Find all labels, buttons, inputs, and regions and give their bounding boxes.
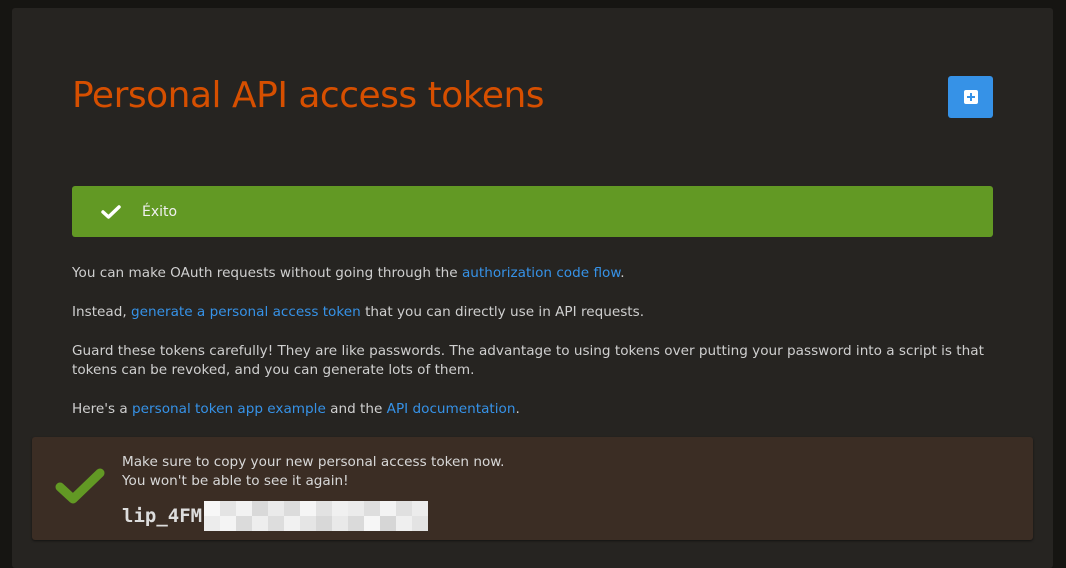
token-warning-message: Make sure to copy your new personal acce… (122, 453, 504, 491)
generate-token-link[interactable]: generate a personal access token (131, 304, 361, 320)
authorization-code-flow-link[interactable]: authorization code flow (462, 265, 620, 281)
intro-text-segment: and the (325, 401, 387, 417)
api-documentation-link[interactable]: API documentation (387, 401, 516, 417)
token-prefix: lip_4FM (122, 505, 203, 527)
page-container: Personal API access tokens Éxito You can… (12, 8, 1053, 568)
access-token-value[interactable]: lip_4FM (122, 501, 429, 531)
intro-text-segment: Here's a (72, 401, 133, 417)
token-warning-line: Make sure to copy your new personal acce… (122, 454, 505, 470)
redacted-token-pixelation (204, 501, 429, 531)
intro-text-segment: Instead, (72, 304, 132, 320)
intro-paragraph-links: Here's a personal token app example and … (72, 400, 1002, 419)
intro-text-segment: that you can directly use in API request… (360, 304, 645, 320)
new-token-notice: Make sure to copy your new personal acce… (32, 437, 1033, 540)
page-title: Personal API access tokens (72, 75, 545, 116)
intro-text: You can make OAuth requests without goin… (72, 264, 1002, 439)
token-warning-line: You won't be able to see it again! (122, 473, 349, 489)
checkmark-icon (100, 201, 122, 223)
plus-square-icon (963, 90, 978, 104)
intro-text-segment: . (620, 265, 625, 281)
intro-text-segment: . (515, 401, 520, 417)
intro-text-segment: You can make OAuth requests without goin… (72, 265, 462, 281)
intro-paragraph-oauth: You can make OAuth requests without goin… (72, 264, 1002, 283)
new-token-button[interactable] (948, 76, 993, 118)
flash-message: Éxito (142, 203, 178, 220)
intro-paragraph-guard: Guard these tokens carefully! They are l… (72, 343, 984, 378)
token-app-example-link[interactable]: personal token app example (132, 401, 326, 417)
intro-paragraph-generate: Instead, generate a personal access toke… (72, 303, 1002, 322)
success-flash: Éxito (72, 186, 993, 237)
checkmark-icon (55, 468, 105, 504)
